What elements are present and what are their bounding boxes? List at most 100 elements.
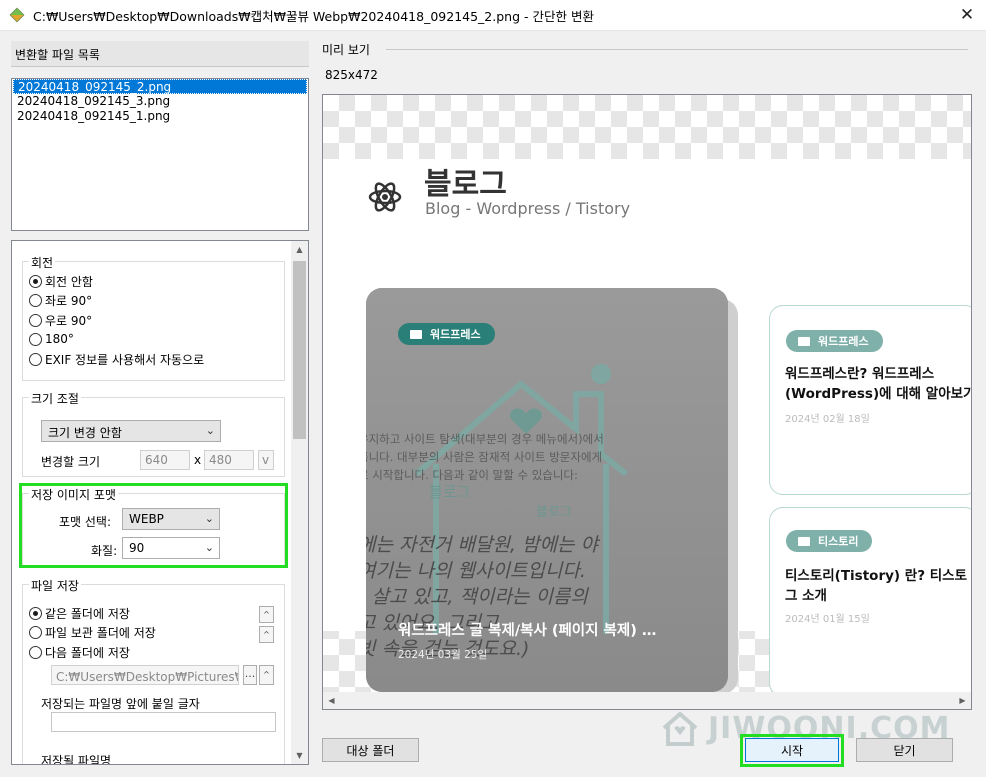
rotation-title: 회전: [29, 254, 56, 271]
save-option-label: 파일 보관 폴더에 저장: [45, 625, 156, 640]
rotation-option[interactable]: 우로 90°: [29, 311, 92, 329]
featured-post-card: 워드프레스 | 유지하고 사이트 탐색(대부분의 경우 메뉴에서)에서 릅니다.…: [366, 288, 728, 692]
bg-text-line: 로 시작합니다. 다음과 같이 말할 수 있습니다:: [366, 468, 578, 482]
start-highlight-box: [740, 734, 844, 767]
resize-size-label: 변경할 크기: [41, 455, 101, 469]
category-tag-label: 워드프레스: [430, 328, 481, 341]
featured-post-title: 워드프레스 글 복제/복사 (페이지 복제) …: [398, 623, 657, 639]
resize-title: 크기 조절: [29, 390, 81, 407]
radio-icon[interactable]: [29, 313, 42, 327]
resize-mode-value: 크기 변경 안함: [48, 426, 122, 440]
prefix-label: 저장되는 파일명 앞에 붙일 글자: [41, 697, 200, 711]
radio-icon[interactable]: [29, 332, 42, 346]
radio-icon[interactable]: [29, 293, 42, 307]
blog-subtitle: Blog - Wordpress / Tistory: [425, 199, 631, 218]
rotation-option[interactable]: 180°: [29, 330, 74, 348]
rotation-option-label: EXIF 정보를 사용해서 자동으로: [45, 352, 205, 367]
move-up-button[interactable]: ^: [259, 626, 274, 643]
close-window-button[interactable]: ✕: [956, 5, 978, 25]
resize-group: 크기 조절 크기 변경 안함 ⌄ 변경할 크기 640 x 480 v: [22, 390, 285, 477]
scroll-down-icon[interactable]: ▼: [291, 747, 308, 764]
category-tag: 워드프레스: [786, 330, 883, 352]
folder-icon: [798, 336, 810, 346]
folder-icon: [798, 536, 810, 546]
folder-path-input[interactable]: C:₩Users₩Desktop₩Pictures₩꿀뷰: [51, 665, 239, 685]
chevron-down-icon: ⌄: [205, 424, 215, 437]
scroll-up-icon[interactable]: ▲: [291, 241, 308, 258]
size-unit-button[interactable]: v: [258, 450, 274, 470]
bg-text-line: 릅니다. 대부분의 사람은 잠재적 사이트 방문자에게: [366, 450, 603, 464]
post-title-line: 워드프레스란? 워드프레스: [785, 366, 935, 382]
post-card: 워드프레스 워드프레스란? 워드프레스 (WordPress)에 대해 알아보기…: [769, 305, 972, 495]
post-title-line: 티스토리(Tistory) 란? 티스토: [785, 568, 967, 584]
post-date: 2024년 02월 18일: [785, 414, 870, 425]
category-tag: 워드프레스: [398, 323, 495, 345]
rotation-group: 회전 회전 안함 좌로 90° 우로 90° 180° EXIF 정보를 사용해…: [22, 254, 285, 381]
browse-button[interactable]: ...: [243, 665, 257, 685]
radio-selected-icon[interactable]: [29, 606, 42, 620]
category-tag-label: 워드프레스: [818, 335, 869, 348]
bg-house-text: 블로그: [536, 505, 572, 520]
preview-area[interactable]: 블로그 Blog - Wordpress / Tistory 워드프레스 | 유…: [322, 94, 972, 710]
folder-icon: [410, 329, 422, 339]
filename-label: 저장될 파일명: [41, 754, 112, 765]
post-title-line: (WordPress)에 대해 알아보기: [785, 386, 972, 402]
title-bar: C:₩Users₩Desktop₩Downloads₩캡처₩꿀뷰 Webp₩20…: [0, 0, 986, 31]
preview-divider: [386, 49, 968, 50]
post-date: 2024년 01월 15일: [785, 614, 870, 625]
options-scrollbar[interactable]: ▲ ▼: [291, 241, 308, 764]
preview-scrollbar[interactable]: ◀ ▶: [323, 692, 971, 709]
bg-house-text: 블로그: [429, 483, 471, 501]
post-card: 티스토리 티스토리(Tistory) 란? 티스토 그 소개 2024년 01월…: [769, 507, 971, 697]
save-option[interactable]: 같은 폴더에 저장: [29, 604, 130, 622]
rotation-option-label: 우로 90°: [45, 313, 93, 328]
rotation-option-label: 회전 안함: [45, 274, 93, 289]
format-highlight-box: [19, 483, 288, 568]
width-input[interactable]: 640: [140, 450, 190, 470]
file-list-item[interactable]: 20240418_092145_1.png: [13, 109, 307, 124]
file-list-label: 변환할 파일 목록: [11, 41, 309, 67]
radio-icon[interactable]: [29, 625, 42, 639]
resize-mode-select[interactable]: 크기 변경 안함 ⌄: [41, 420, 221, 442]
bg-text-line: 유지하고 사이트 탐색(대부분의 경우 메뉴에서)에서: [366, 432, 604, 446]
radio-icon[interactable]: [29, 352, 42, 366]
file-list-item[interactable]: 20240418_092145_2.png: [13, 79, 307, 94]
category-tag: 티스토리: [786, 530, 873, 552]
scroll-left-icon[interactable]: ◀: [323, 692, 340, 709]
radio-selected-icon[interactable]: [29, 274, 42, 288]
scroll-right-icon[interactable]: ▶: [954, 692, 971, 709]
file-save-title: 파일 저장: [29, 577, 81, 594]
target-folder-button[interactable]: 대상 폴더: [322, 738, 419, 762]
bg-large-text: |: [366, 341, 367, 381]
preview-label: 미리 보기: [322, 43, 370, 57]
save-option[interactable]: 다음 폴더에 저장: [29, 643, 130, 661]
window-title: C:₩Users₩Desktop₩Downloads₩캡처₩꿀뷰 Webp₩20…: [33, 8, 594, 24]
close-button[interactable]: 닫기: [856, 738, 953, 762]
file-list-item[interactable]: 20240418_092145_3.png: [13, 94, 307, 109]
preview-image: 블로그 Blog - Wordpress / Tistory 워드프레스 | 유…: [323, 159, 972, 697]
move-up-button[interactable]: ^: [259, 606, 274, 623]
file-list[interactable]: 20240418_092145_2.png 20240418_092145_3.…: [11, 78, 309, 231]
featured-post-date: 2024년 03월 25일: [398, 649, 488, 661]
radio-icon[interactable]: [29, 645, 42, 659]
size-separator: x: [194, 453, 202, 467]
save-option[interactable]: 파일 보관 폴더에 저장: [29, 623, 156, 641]
rotation-option[interactable]: 좌로 90°: [29, 291, 92, 309]
move-up-button[interactable]: ^: [259, 665, 274, 685]
bg-hand-line: 여기는 나의 웹사이트입니다.: [366, 560, 586, 582]
bg-hand-line: 에는 자전거 배달원, 밤에는 야: [366, 534, 598, 556]
prefix-input[interactable]: [51, 712, 276, 732]
preview-size: 825x472: [325, 68, 378, 82]
file-save-group: 파일 저장 같은 폴더에 저장 파일 보관 폴더에 저장 다음 폴더에 저장 ^…: [22, 577, 285, 765]
blog-title: 블로그: [424, 167, 507, 202]
rotation-option[interactable]: 회전 안함: [29, 272, 93, 290]
watermark-house-icon: [662, 711, 698, 746]
save-option-label: 같은 폴더에 저장: [45, 606, 130, 621]
rotation-option-label: 좌로 90°: [45, 293, 93, 308]
scroll-thumb[interactable]: [293, 261, 306, 439]
height-input[interactable]: 480: [204, 450, 254, 470]
rotation-option[interactable]: EXIF 정보를 사용해서 자동으로: [29, 350, 204, 368]
rotation-option-label: 180°: [45, 332, 74, 346]
category-tag-label: 티스토리: [818, 535, 859, 548]
atom-icon: [368, 182, 402, 212]
